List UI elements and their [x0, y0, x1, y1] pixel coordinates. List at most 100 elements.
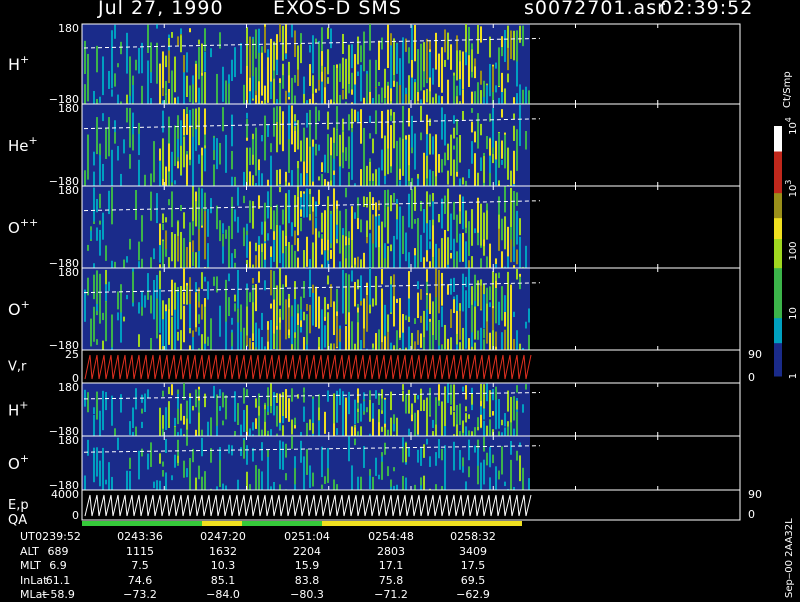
spectrogram-cell — [102, 457, 104, 473]
spectrogram-cell — [465, 290, 467, 320]
spectrogram-cell — [447, 384, 449, 403]
spectrogram-cell — [435, 484, 437, 490]
spectrogram-cell — [366, 220, 368, 237]
spectrogram-cell — [507, 324, 509, 350]
spectrogram-cell — [378, 215, 380, 225]
spectrogram-cell — [201, 272, 203, 289]
spectrogram-cell — [252, 278, 254, 284]
spectrogram-cell — [252, 175, 254, 186]
spectrogram-cell — [258, 393, 260, 406]
spectrogram-cell — [312, 293, 314, 326]
spectrogram-cell — [165, 472, 167, 490]
spectrogram-cell — [291, 25, 293, 38]
spectrogram-cell — [414, 187, 416, 211]
spectrogram-cell — [456, 172, 458, 177]
mlat-cell: −58.9 — [28, 588, 88, 601]
spectrogram-cell — [330, 343, 332, 350]
spectrogram-cell — [336, 68, 338, 104]
spectrogram-cell — [369, 233, 371, 268]
spectrogram-cell — [360, 169, 362, 182]
spectrogram-cell — [168, 117, 170, 144]
spectrogram-cell — [417, 49, 419, 92]
spectrogram-cell — [378, 409, 380, 423]
spectrogram-cell — [453, 299, 455, 313]
spectrogram-cell — [429, 261, 431, 268]
panel-h-plus-2: 180−180H+ — [8, 381, 740, 438]
spectrogram-cell — [138, 160, 140, 186]
spectrogram-cell — [483, 97, 485, 104]
spectrogram-cell — [444, 468, 446, 490]
spectrogram-cell — [294, 131, 296, 152]
spectrogram-cell — [423, 337, 425, 350]
spectrogram-cell — [513, 429, 515, 436]
spectrogram-cell — [96, 392, 98, 420]
spectrogram-cell — [480, 328, 482, 350]
spectrogram-cell — [426, 39, 428, 63]
spectrogram-cell — [438, 346, 440, 350]
spectrogram-cell — [369, 268, 371, 305]
colorbar-tick-label: 103 — [784, 180, 799, 198]
spectrogram-cell — [201, 189, 203, 209]
spectrogram-cell — [282, 231, 284, 254]
spectrogram-cell — [378, 82, 380, 86]
spectrogram-cell — [453, 202, 455, 220]
spectrogram-cell — [159, 453, 161, 463]
spectrogram-cell — [402, 391, 404, 402]
spectrogram-cell — [255, 167, 257, 176]
spectrogram-cell — [174, 418, 176, 426]
spectrogram-cell — [489, 154, 491, 173]
spectrogram-cell — [327, 276, 329, 285]
spectrogram-cell — [279, 108, 281, 145]
spectrogram-cell — [336, 391, 338, 410]
spectrogram-cell — [354, 212, 356, 219]
spectrogram-cell — [336, 407, 338, 423]
mlat-cell: −71.2 — [361, 588, 421, 601]
spectrogram-cell — [492, 411, 494, 416]
spectrogram-cell — [147, 35, 149, 47]
spectrogram-cell — [459, 342, 461, 350]
header-time: 02:39:52 — [660, 0, 753, 19]
spectrogram-cell — [258, 170, 260, 186]
spectrogram-cell — [462, 52, 464, 89]
spectrogram-cell — [270, 304, 272, 309]
spectrogram-cell — [504, 428, 506, 436]
spectrogram-cell — [357, 257, 359, 268]
spectrogram-cell — [384, 258, 386, 268]
spectrogram-cell — [465, 277, 467, 287]
spectrogram-cell — [267, 342, 269, 350]
spectrogram-cell — [510, 441, 512, 455]
spectrogram-cell — [489, 138, 491, 155]
spectrogram-cell — [222, 223, 224, 233]
spectrogram-cell — [393, 112, 395, 148]
spectrogram-cell — [405, 39, 407, 52]
colorbar-cell — [774, 318, 782, 323]
spectrogram-cell — [126, 295, 128, 299]
spectrogram-cell — [333, 393, 335, 423]
spectrogram-cell — [96, 121, 98, 126]
spectrogram-cell — [345, 188, 347, 197]
spectrogram-cell — [357, 403, 359, 409]
spectrogram-cell — [375, 169, 377, 186]
spectrogram-cell — [462, 328, 464, 350]
spectrogram-cell — [429, 241, 431, 248]
spectrogram-cell — [165, 56, 167, 68]
colorbar-tick: 104 — [784, 117, 799, 135]
spectrogram-cell — [456, 262, 458, 268]
spectrogram-cell — [108, 282, 110, 291]
spectrogram-cell — [456, 215, 458, 243]
spectrogram-cell — [498, 133, 500, 168]
spectrogram-cell — [399, 137, 401, 168]
spectrogram-cell — [426, 191, 428, 225]
spectrogram-cell — [351, 270, 353, 281]
spectrogram-cell — [123, 139, 125, 153]
spectrogram-cell — [327, 112, 329, 130]
spectrogram-cell — [474, 153, 476, 186]
spectrogram-cell — [480, 26, 482, 42]
spectrogram-cell — [84, 482, 86, 490]
spectrogram-cell — [390, 116, 392, 122]
spectrogram-cell — [312, 35, 314, 73]
colorbar-cell — [774, 164, 782, 169]
spectrogram-cell — [393, 486, 395, 490]
spectrogram-cell — [267, 191, 269, 218]
spectrogram-cell — [276, 223, 278, 268]
